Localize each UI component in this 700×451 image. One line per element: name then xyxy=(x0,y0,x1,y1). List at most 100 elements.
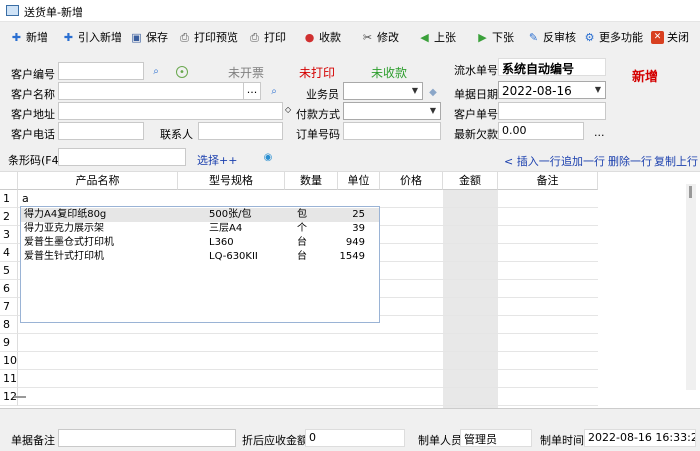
row-number: 11 xyxy=(0,370,18,388)
row-number: 9 xyxy=(0,334,18,352)
contact-label: 联系人 xyxy=(160,128,193,141)
scrollbar-thumb[interactable] xyxy=(689,186,692,198)
print-preview-button[interactable]: ⎙ 打印预览 xyxy=(178,28,238,46)
payment-select[interactable]: ▼ xyxy=(343,102,441,120)
popup-item[interactable]: 得力亚克力展示架 三层A4 个 39 xyxy=(21,222,379,236)
popup-item-stock: 1549 xyxy=(339,251,365,262)
phone-label: 客户电话 xyxy=(11,128,55,141)
plus-icon: ✚ xyxy=(63,30,74,44)
note-input[interactable] xyxy=(58,429,236,447)
discount-label: 折后应收金额 xyxy=(242,434,308,447)
close-button[interactable]: ✕ 关闭 xyxy=(651,28,689,46)
vertical-scrollbar[interactable] xyxy=(686,184,696,390)
order-no-input[interactable] xyxy=(343,122,441,140)
order-no-label: 订单号码 xyxy=(296,128,340,141)
row-number: 6 xyxy=(0,280,18,298)
popup-item-unit: 个 xyxy=(297,223,307,234)
plus-icon: ✚ xyxy=(11,30,22,44)
discount-field: 0 xyxy=(305,429,405,447)
serial-field: 系统自动编号 xyxy=(498,58,606,76)
add-label: 新增 xyxy=(26,31,48,44)
cust-order-input[interactable] xyxy=(498,102,606,120)
import-add-button[interactable]: ✚ 引入新增 xyxy=(62,28,122,46)
prev-button[interactable]: ◀ 上张 xyxy=(418,28,456,46)
popup-item-spec: LQ-630KII xyxy=(209,251,258,262)
save-button[interactable]: ▣ 保存 xyxy=(130,28,168,46)
print-preview-label: 打印预览 xyxy=(194,31,238,44)
horizontal-scroll-thumb[interactable] xyxy=(14,396,26,398)
unapprove-button[interactable]: ✎ 反审核 xyxy=(527,28,576,46)
maker-label: 制单人员 xyxy=(418,434,462,447)
print-preview-icon: ⎙ xyxy=(180,30,189,44)
debt-label: 最新欠款 xyxy=(454,128,498,141)
popup-item-stock: 25 xyxy=(352,209,365,220)
unapprove-label: 反审核 xyxy=(543,31,576,44)
close-icon: ✕ xyxy=(651,30,664,44)
col-amount[interactable]: 金额 xyxy=(443,172,498,190)
append-row-link[interactable]: 追加一行 xyxy=(561,153,605,169)
salesman-label: 业务员 xyxy=(306,88,339,101)
status-icon[interactable]: • xyxy=(176,66,188,78)
table-row[interactable] xyxy=(18,370,598,388)
select-plus-link[interactable]: 选择++ xyxy=(197,152,237,168)
maker-field: 管理员 xyxy=(460,429,532,447)
col-quantity[interactable]: 数量 xyxy=(285,172,338,190)
receive-button[interactable]: ● 收款 xyxy=(303,28,341,46)
time-field: 2022-08-16 16:33:27 xyxy=(584,429,696,447)
phone-input[interactable] xyxy=(58,122,144,140)
table-row[interactable] xyxy=(18,334,598,352)
customer-name-input[interactable] xyxy=(58,82,244,100)
popup-item-stock: 39 xyxy=(352,223,365,234)
col-remark[interactable]: 备注 xyxy=(498,172,598,190)
search-icon[interactable]: ⌕ xyxy=(150,66,162,78)
salesman-select[interactable]: ▼ xyxy=(343,82,423,100)
customer-code-input[interactable] xyxy=(58,62,144,80)
chevron-down-icon: ▼ xyxy=(411,86,419,95)
print-label: 打印 xyxy=(264,31,286,44)
contact-input[interactable] xyxy=(198,122,283,140)
edit-icon: ✂ xyxy=(362,30,373,44)
copy-row-link[interactable]: 复制上行 xyxy=(654,153,698,169)
popup-item[interactable]: 得力A4复印纸80g 500张/包 包 25 xyxy=(21,208,379,222)
popup-item[interactable]: 爱普生针式打印机 LQ-630KII 台 1549 xyxy=(21,250,379,264)
eraser-icon[interactable]: ◆ xyxy=(427,87,439,99)
popup-item-name: 得力亚克力展示架 xyxy=(24,223,104,234)
globe-icon[interactable]: ◉ xyxy=(262,152,274,164)
payment-label: 付款方式 xyxy=(296,108,340,121)
address-label: 客户地址 xyxy=(11,108,55,121)
print-button[interactable]: ⎙ 打印 xyxy=(248,28,286,46)
status-badge: 新增 xyxy=(632,70,659,85)
col-price[interactable]: 价格 xyxy=(380,172,443,190)
date-picker[interactable]: 2022-08-16 ▼ xyxy=(498,81,606,99)
next-button[interactable]: ▶ 下张 xyxy=(476,28,514,46)
address-input[interactable] xyxy=(58,102,283,120)
customer-browse-button[interactable]: ... xyxy=(243,82,261,100)
product-autocomplete-popup[interactable]: 得力A4复印纸80g 500张/包 包 25 得力亚克力展示架 三层A4 个 3… xyxy=(20,206,380,323)
table-row[interactable] xyxy=(18,352,598,370)
modify-button[interactable]: ✂ 修改 xyxy=(361,28,399,46)
col-product-name[interactable]: 产品名称 xyxy=(18,172,178,190)
row-number: 8 xyxy=(0,316,18,334)
printer-icon: ⎙ xyxy=(250,30,259,44)
col-spec[interactable]: 型号规格 xyxy=(178,172,285,190)
close-label: 关闭 xyxy=(667,31,689,44)
popup-item[interactable]: 爱普生墨仓式打印机 L360 台 949 xyxy=(21,236,379,250)
popup-item-unit: 包 xyxy=(297,209,307,220)
date-label: 单据日期 xyxy=(454,88,498,101)
delete-row-link[interactable]: 删除一行 xyxy=(608,153,652,169)
row-number: 1 xyxy=(0,190,18,208)
row-number: 5 xyxy=(0,262,18,280)
cust-order-label: 客户单号 xyxy=(454,108,498,121)
product-cell-input[interactable]: a xyxy=(22,192,29,205)
add-button[interactable]: ✚ 新增 xyxy=(10,28,48,46)
debt-more-button[interactable]: ... xyxy=(594,126,605,139)
col-unit[interactable]: 单位 xyxy=(338,172,380,190)
invoice-status: 未开票 xyxy=(228,66,265,80)
barcode-input[interactable] xyxy=(58,148,186,166)
table-row[interactable] xyxy=(18,388,598,406)
debt-field: 0.00 xyxy=(498,122,584,140)
insert-row-link[interactable]: < 插入一行 xyxy=(504,153,561,169)
popup-item-unit: 台 xyxy=(297,237,307,248)
search-icon[interactable]: ⌕ xyxy=(268,86,280,98)
more-button[interactable]: ⚙ 更多功能 xyxy=(583,28,643,46)
